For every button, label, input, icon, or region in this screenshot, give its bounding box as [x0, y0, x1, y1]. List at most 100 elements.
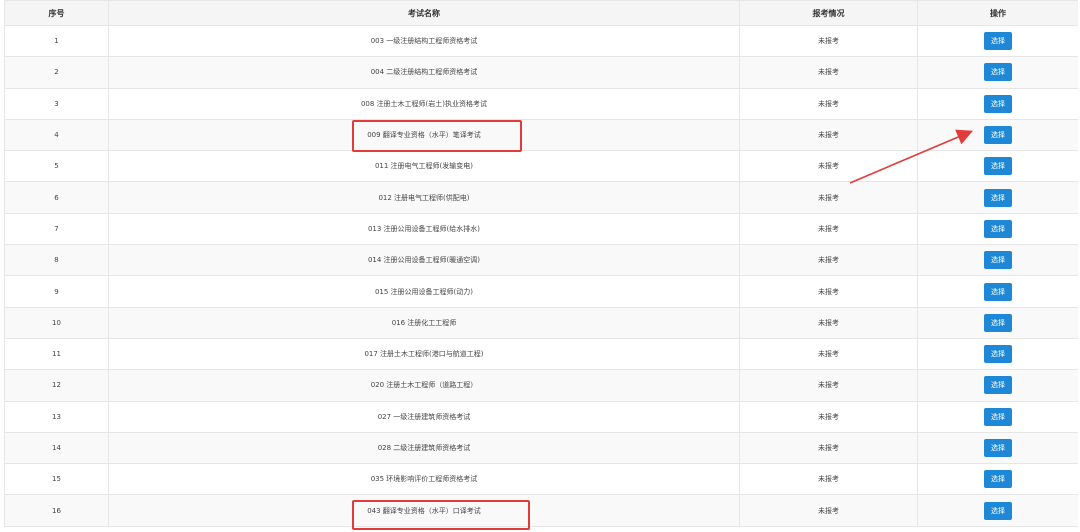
header-seq: 序号	[4, 0, 109, 26]
row-exam-name: 043 翻译专业资格（水平）口译考试	[108, 494, 740, 527]
table-row: 8 014 注册公用设备工程师(暖通空调) 未报考 选择	[4, 244, 1078, 277]
row-operation: 选择	[917, 337, 1078, 371]
row-operation: 选择	[917, 150, 1078, 183]
row-status: 未报考	[739, 118, 918, 152]
row-seq: 3	[4, 87, 109, 120]
row-operation: 选择	[917, 118, 1078, 152]
header-operation: 操作	[917, 0, 1078, 26]
row-seq: 12	[4, 369, 109, 402]
table-row: 6 012 注册电气工程师(供配电) 未报考 选择	[4, 181, 1078, 214]
exam-table-container: 序号 考试名称 报考情况 操作 1 003 一级注册结构工程师资格考试 未报考 选择 2…	[4, 0, 1078, 532]
row-exam-name: 004 二级注册结构工程师资格考试	[108, 56, 740, 89]
row-seq: 2	[4, 56, 109, 89]
select-button[interactable]: 选择	[984, 188, 1012, 207]
table-row: 3 008 注册土木工程师(岩土)执业资格考试 未报考 选择	[4, 87, 1078, 120]
table-row: 5 011 注册电气工程师(发输变电) 未报考 选择	[4, 150, 1078, 183]
row-status: 未报考	[739, 337, 918, 371]
row-operation: 选择	[917, 56, 1078, 89]
table-row: 12 020 注册土木工程师（道路工程） 未报考 选择	[4, 369, 1078, 402]
table-row: 1 003 一级注册结构工程师资格考试 未报考 选择	[4, 24, 1078, 58]
select-button[interactable]: 选择	[984, 439, 1012, 457]
row-exam-name: 009 翻译专业资格（水平）笔译考试	[108, 118, 740, 152]
table-header-row: 序号 考试名称 报考情况 操作	[4, 0, 1078, 26]
row-seq: 11	[4, 337, 109, 371]
table-row: 9 015 注册公用设备工程师(动力) 未报考 选择	[4, 275, 1078, 308]
row-exam-name: 015 注册公用设备工程师(动力)	[108, 275, 740, 308]
row-exam-name: 013 注册公用设备工程师(给水排水)	[108, 212, 740, 246]
row-operation: 选择	[917, 306, 1078, 339]
select-button[interactable]: 选择	[984, 470, 1012, 489]
row-status: 未报考	[739, 150, 918, 183]
row-exam-name: 008 注册土木工程师(岩土)执业资格考试	[108, 87, 740, 120]
row-seq: 13	[4, 400, 109, 433]
select-button[interactable]: 选择	[984, 63, 1012, 82]
row-status: 未报考	[739, 306, 918, 339]
exam-table: 序号 考试名称 报考情况 操作 1 003 一级注册结构工程师资格考试 未报考 选择 2…	[4, 0, 1078, 527]
table-row: 16 043 翻译专业资格（水平）口译考试 未报考 选择	[4, 494, 1078, 527]
table-row: 7 013 注册公用设备工程师(给水排水) 未报考 选择	[4, 212, 1078, 246]
select-button[interactable]: 选择	[984, 376, 1012, 395]
row-operation: 选择	[917, 181, 1078, 214]
row-operation: 选择	[917, 244, 1078, 277]
row-status: 未报考	[739, 369, 918, 402]
select-button[interactable]: 选择	[984, 126, 1012, 145]
row-seq: 6	[4, 181, 109, 214]
table-row: 4 009 翻译专业资格（水平）笔译考试 未报考 选择	[4, 118, 1078, 152]
table-row: 10 016 注册化工工程师 未报考 选择	[4, 306, 1078, 339]
row-status: 未报考	[739, 181, 918, 214]
row-operation: 选择	[917, 212, 1078, 246]
row-operation: 选择	[917, 494, 1078, 527]
row-operation: 选择	[917, 275, 1078, 308]
row-status: 未报考	[739, 244, 918, 277]
row-status: 未报考	[739, 400, 918, 433]
row-status: 未报考	[739, 56, 918, 89]
select-button[interactable]: 选择	[984, 251, 1012, 270]
row-operation: 选择	[917, 369, 1078, 402]
row-status: 未报考	[739, 431, 918, 465]
select-button[interactable]: 选择	[984, 407, 1012, 426]
header-status: 报考情况	[739, 0, 918, 26]
select-button[interactable]: 选择	[984, 219, 1012, 238]
row-operation: 选择	[917, 24, 1078, 58]
select-button[interactable]: 选择	[984, 157, 1012, 176]
row-status: 未报考	[739, 275, 918, 308]
table-row: 11 017 注册土木工程师(港口与航道工程) 未报考 选择	[4, 337, 1078, 371]
table-body: 1 003 一级注册结构工程师资格考试 未报考 选择 2 004 二级注册结构工程师资格考…	[4, 24, 1078, 527]
row-exam-name: 016 注册化工工程师	[108, 306, 740, 339]
row-exam-name: 027 一级注册建筑师资格考试	[108, 400, 740, 433]
select-button[interactable]: 选择	[984, 313, 1012, 332]
row-status: 未报考	[739, 494, 918, 527]
row-seq: 4	[4, 118, 109, 152]
row-seq: 1	[4, 24, 109, 58]
row-exam-name: 012 注册电气工程师(供配电)	[108, 181, 740, 214]
row-operation: 选择	[917, 431, 1078, 465]
select-button[interactable]: 选择	[984, 345, 1012, 364]
row-seq: 14	[4, 431, 109, 465]
table-row: 13 027 一级注册建筑师资格考试 未报考 选择	[4, 400, 1078, 433]
row-exam-name: 014 注册公用设备工程师(暖通空调)	[108, 244, 740, 277]
row-status: 未报考	[739, 24, 918, 58]
row-seq: 10	[4, 306, 109, 339]
select-button[interactable]: 选择	[984, 282, 1012, 301]
table-row: 14 028 二级注册建筑师资格考试 未报考 选择	[4, 431, 1078, 465]
row-seq: 15	[4, 463, 109, 496]
row-seq: 16	[4, 494, 109, 527]
select-button[interactable]: 选择	[984, 94, 1012, 113]
row-status: 未报考	[739, 212, 918, 246]
row-exam-name: 020 注册土木工程师（道路工程）	[108, 369, 740, 402]
row-seq: 5	[4, 150, 109, 183]
select-button[interactable]: 选择	[984, 501, 1012, 520]
row-operation: 选择	[917, 400, 1078, 433]
row-exam-name: 003 一级注册结构工程师资格考试	[108, 24, 740, 58]
row-status: 未报考	[739, 87, 918, 120]
row-operation: 选择	[917, 463, 1078, 496]
row-exam-name: 028 二级注册建筑师资格考试	[108, 431, 740, 465]
row-exam-name: 035 环境影响评价工程师资格考试	[108, 463, 740, 496]
select-button[interactable]: 选择	[984, 32, 1012, 51]
row-operation: 选择	[917, 87, 1078, 120]
row-seq: 9	[4, 275, 109, 308]
row-exam-name: 017 注册土木工程师(港口与航道工程)	[108, 337, 740, 371]
row-seq: 8	[4, 244, 109, 277]
row-status: 未报考	[739, 463, 918, 496]
row-seq: 7	[4, 212, 109, 246]
